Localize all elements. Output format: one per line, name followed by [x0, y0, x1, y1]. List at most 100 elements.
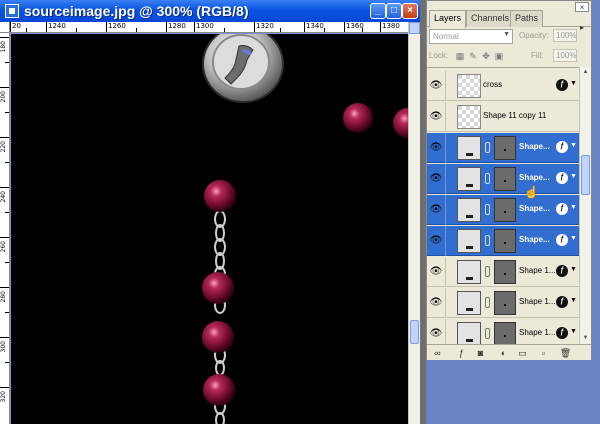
ruler-label: 280: [0, 291, 7, 303]
eye-icon[interactable]: 👁: [429, 234, 443, 248]
mask-link-icon[interactable]: [485, 204, 490, 215]
layer-row-shape[interactable]: 👁 Shape 1... ƒ ▼: [427, 319, 579, 344]
mask-link-icon[interactable]: [485, 235, 490, 246]
layer-name: Shape...: [519, 173, 550, 182]
adjustment-layer-icon[interactable]: ◐: [497, 347, 510, 359]
eye-icon[interactable]: 👁: [429, 79, 443, 93]
document-title-bar[interactable]: sourceimage.jpg @ 300% (RGB/8) _ □ ×: [0, 0, 420, 22]
ruler-label: 1240: [48, 22, 66, 30]
lock-row: Lock: ▦ ✎ ✥ ▣ Fill: 100%: [427, 48, 591, 64]
layer-effects-icon[interactable]: ƒ: [556, 203, 568, 215]
lock-all-icon[interactable]: ▣: [494, 51, 504, 61]
layer-effects-icon[interactable]: ƒ: [556, 327, 568, 339]
eye-icon[interactable]: 👁: [429, 296, 443, 310]
eye-icon[interactable]: 👁: [429, 141, 443, 155]
vector-mask-thumbnail[interactable]: [494, 291, 516, 315]
mask-link-icon[interactable]: [485, 328, 490, 339]
minimize-button[interactable]: _: [370, 3, 386, 19]
layer-row-shape[interactable]: 👁 Shape... ƒ ▼: [427, 133, 579, 163]
expand-effects-icon[interactable]: ▼: [570, 328, 577, 335]
scroll-thumb[interactable]: [410, 320, 419, 344]
horizontal-ruler[interactable]: 20 1240 1260 1280 1300 1320 1340 1360 13…: [10, 22, 408, 33]
expand-effects-icon[interactable]: ▼: [570, 80, 577, 87]
tab-layers[interactable]: Layers: [429, 10, 467, 28]
vector-mask-thumbnail[interactable]: [494, 167, 516, 191]
scroll-thumb[interactable]: [581, 155, 590, 195]
expand-effects-icon[interactable]: ▼: [570, 204, 577, 211]
layer-effects-icon[interactable]: ƒ: [556, 79, 568, 91]
scroll-down-arrow-icon[interactable]: ▼: [580, 333, 591, 344]
ruler-tick: [304, 22, 305, 32]
layer-name: cross: [483, 80, 503, 89]
expand-effects-icon[interactable]: ▼: [570, 297, 577, 304]
layer-effects-icon[interactable]: ƒ: [556, 296, 568, 308]
add-mask-icon[interactable]: ◙: [474, 347, 487, 359]
ruler-tick: [254, 22, 255, 32]
ruler-label: 1340: [306, 22, 324, 30]
ruler-label: 240: [0, 191, 7, 203]
mask-link-icon[interactable]: [485, 173, 490, 184]
layer-effects-icon[interactable]: ƒ: [556, 234, 568, 246]
vector-mask-thumbnail[interactable]: [494, 229, 516, 253]
mask-link-icon[interactable]: [485, 142, 490, 153]
blend-mode-select[interactable]: Normal ▼: [429, 29, 513, 44]
ruler-origin[interactable]: [0, 22, 10, 33]
layer-row-shape[interactable]: 👁 Shape... ƒ ▼: [427, 195, 579, 225]
opacity-field[interactable]: 100%: [553, 29, 577, 42]
layer-row-shape[interactable]: 👁 Shape... ƒ ▼: [427, 226, 579, 256]
vector-mask-thumbnail[interactable]: [494, 322, 516, 344]
vector-mask-thumbnail[interactable]: [494, 260, 516, 284]
maximize-button[interactable]: □: [386, 3, 402, 19]
ruler-tick: [0, 37, 9, 38]
link-layers-icon[interactable]: ∞: [431, 347, 444, 359]
document-vertical-scrollbar[interactable]: [408, 22, 420, 424]
vector-mask-thumbnail[interactable]: [494, 136, 516, 160]
layer-thumbnail: [457, 74, 481, 98]
eye-icon[interactable]: 👁: [429, 203, 443, 217]
eye-icon[interactable]: 👁: [429, 172, 443, 186]
layers-scrollbar[interactable]: ▲ ▼: [579, 67, 591, 344]
layer-link-column: [445, 319, 446, 344]
cross-medal-shape: [202, 34, 284, 103]
eye-icon[interactable]: 👁: [429, 327, 443, 341]
ruler-tick: [136, 28, 137, 32]
layer-effects-icon[interactable]: ƒ: [556, 172, 568, 184]
layer-link-column: [445, 164, 446, 194]
delete-layer-icon[interactable]: 🗑: [559, 347, 572, 359]
layer-row-shape[interactable]: 👁 Shape 1... ƒ ▼: [427, 288, 579, 318]
scroll-up-arrow-icon[interactable]: ▲: [580, 67, 591, 78]
vertical-ruler[interactable]: 180 200 220 240 260 280 300 320: [0, 33, 10, 424]
lock-position-icon[interactable]: ✥: [481, 51, 491, 61]
ruler-label: 1380: [382, 22, 400, 30]
scroll-up-arrow-icon[interactable]: [409, 22, 420, 34]
lock-image-icon[interactable]: ✎: [468, 51, 478, 61]
lock-label: Lock:: [429, 51, 449, 60]
expand-effects-icon[interactable]: ▼: [570, 266, 577, 273]
mask-link-icon[interactable]: [485, 297, 490, 308]
layer-style-icon[interactable]: ƒ: [455, 347, 468, 359]
close-button[interactable]: ×: [402, 3, 418, 19]
layer-row-shape[interactable]: 👁 Shape... ƒ ▼: [427, 164, 579, 194]
image-canvas[interactable]: [11, 34, 408, 424]
tab-paths[interactable]: Paths: [510, 10, 544, 27]
layer-row-shape-11-copy-11[interactable]: 👁 Shape 11 copy 11: [427, 102, 579, 132]
expand-effects-icon[interactable]: ▼: [570, 173, 577, 180]
vector-mask-thumbnail[interactable]: [494, 198, 516, 222]
new-layer-icon[interactable]: ▫: [537, 347, 550, 359]
tab-channels[interactable]: Channels: [466, 10, 515, 27]
expand-effects-icon[interactable]: ▼: [570, 142, 577, 149]
lock-transparent-icon[interactable]: ▦: [455, 51, 465, 61]
fill-field[interactable]: 100%: [553, 49, 577, 62]
expand-effects-icon[interactable]: ▼: [570, 235, 577, 242]
ruler-label: 1300: [196, 22, 214, 30]
layer-effects-icon[interactable]: ƒ: [556, 265, 568, 277]
layer-row-cross[interactable]: 👁 cross ƒ ▼: [427, 71, 579, 101]
mask-link-icon[interactable]: [485, 266, 490, 277]
new-group-icon[interactable]: ▭: [516, 347, 529, 359]
ruler-tick: [10, 22, 11, 32]
eye-icon[interactable]: 👁: [429, 265, 443, 279]
blend-mode-value: Normal: [433, 32, 459, 41]
layer-row-shape[interactable]: 👁 Shape 1... ƒ ▼: [427, 257, 579, 287]
eye-icon[interactable]: 👁: [429, 110, 443, 124]
layer-effects-icon[interactable]: ƒ: [556, 141, 568, 153]
